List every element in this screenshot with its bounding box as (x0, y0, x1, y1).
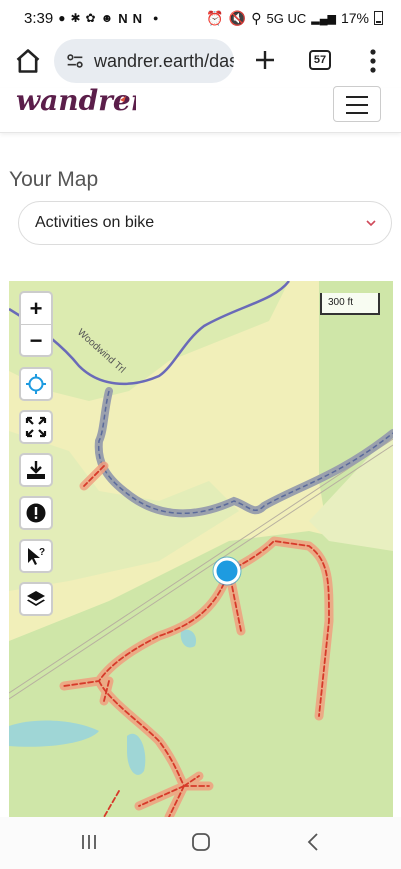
locate-button[interactable] (19, 367, 53, 401)
current-location-marker (213, 557, 241, 585)
battery-icon (374, 11, 383, 25)
zoom-control: + − (19, 291, 53, 357)
slack-icon: ✱ (70, 11, 81, 25)
n-icon: N (132, 10, 142, 26)
home-nav-icon[interactable] (191, 832, 211, 852)
fullscreen-button[interactable] (19, 410, 53, 444)
location-icon: ⚲ (251, 9, 262, 26)
alarm-icon: ⏰ (206, 9, 224, 26)
zoom-in-button[interactable]: + (21, 293, 51, 324)
site-header: wandrer (0, 86, 401, 133)
info-icon (26, 503, 46, 523)
status-right: ⏰ 🔇 ⚲ 5G UC ▂▄▆ 17% (206, 10, 383, 27)
page-title: Your Map (9, 168, 99, 191)
n-icon: N (118, 10, 128, 26)
wandrer-logo[interactable]: wandrer (16, 86, 136, 126)
map-scale: 300 ft (320, 293, 380, 315)
info-button[interactable] (19, 496, 53, 530)
fullscreen-icon (25, 416, 47, 438)
system-nav-bar (0, 817, 401, 869)
pointer-question-icon: ? (28, 547, 45, 565)
locate-icon (26, 374, 46, 394)
map-view[interactable]: Woodwind Trl 300 ft + − ? (9, 281, 393, 817)
hamburger-menu-button[interactable] (333, 86, 381, 122)
chatgpt-icon: ✿ (85, 11, 96, 25)
network-label: 5G UC (266, 10, 307, 26)
map-canvas[interactable]: Woodwind Trl (9, 281, 393, 817)
query-button[interactable]: ? (19, 539, 53, 573)
svg-text:wandrer: wandrer (16, 86, 136, 117)
tab-switcher-button[interactable]: 57 (309, 50, 331, 70)
select-value[interactable]: Activities on bike (35, 214, 154, 232)
reddit-icon: ☻ (100, 11, 114, 25)
home-icon[interactable] (14, 47, 42, 75)
svg-text:?: ? (39, 547, 45, 558)
download-button[interactable] (19, 453, 53, 487)
status-time: 3:39 (24, 9, 54, 27)
url-text[interactable]: wandrer.earth/das (94, 51, 234, 72)
message-icon: ● (58, 11, 66, 25)
site-settings-icon[interactable] (64, 50, 86, 72)
battery-label: 17% (340, 10, 369, 26)
chevron-down-icon[interactable] (365, 217, 377, 229)
download-icon (27, 461, 45, 479)
layers-icon (27, 591, 45, 606)
address-bar[interactable]: wandrer.earth/das (54, 39, 234, 83)
status-bar: 3:39 ● ✱ ✿ ☻ N N ● ⏰ 🔇 ⚲ 5G UC ▂▄▆ 17% (0, 0, 401, 36)
signal-icon: ▂▄▆ (311, 12, 336, 25)
zoom-out-button[interactable]: − (21, 325, 51, 356)
mute-icon: 🔇 (228, 9, 247, 26)
recent-apps-icon[interactable] (80, 833, 98, 851)
more-menu-icon[interactable] (368, 48, 378, 74)
browser-toolbar: wandrer.earth/das 57 (0, 36, 401, 88)
layers-button[interactable] (19, 582, 53, 616)
back-icon[interactable] (304, 832, 322, 852)
new-tab-icon[interactable] (253, 48, 277, 72)
dot-icon: ● (153, 13, 159, 23)
activity-type-select[interactable]: Activities on bike (18, 201, 392, 245)
status-left: 3:39 ● ✱ ✿ ☻ N N ● (24, 10, 158, 27)
